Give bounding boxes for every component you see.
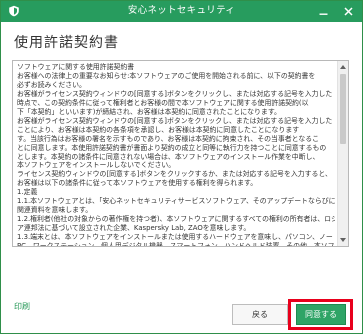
license-line: 下「本契約」といいます)が締結され、お客様は本契約に同意されたことになります。 bbox=[17, 107, 281, 116]
license-line: 時点で、この契約条件に従って権利者とお客様の間で本ソフトウェアに関する使用許諾契… bbox=[17, 98, 309, 107]
vertical-scrollbar[interactable] bbox=[337, 61, 348, 246]
license-line: お客様への法律上の重要なお知らせ:本ソフトウェアのご使用を開始される前に、以下の… bbox=[17, 71, 316, 80]
license-line: 本ソフトウェアをインストールしないでください。 bbox=[17, 161, 176, 170]
minimize-button[interactable] bbox=[313, 2, 333, 20]
scroll-up-arrow-icon[interactable] bbox=[340, 65, 346, 69]
close-icon bbox=[344, 6, 353, 16]
license-line: お客様は以下の諸条件に従って本ソフトウェアを使用する権利を得られます。 bbox=[17, 179, 258, 188]
license-line: 必ずお読みください。 bbox=[17, 80, 86, 89]
title-bar: 安心ネットセキュリティ bbox=[1, 1, 362, 22]
license-line: 関連資料を意味します。 bbox=[17, 206, 93, 215]
print-link[interactable]: 印刷 bbox=[14, 302, 30, 312]
page-title: 使用許諾契約書 bbox=[14, 35, 119, 51]
license-line: PC、ワークステーション、個人用デジタル機器、スマートフォン、ハンドヘルド装置、… bbox=[17, 242, 335, 247]
agree-button[interactable]: 同意する bbox=[296, 304, 346, 325]
close-button[interactable] bbox=[338, 2, 359, 20]
scroll-down-arrow-icon[interactable] bbox=[340, 238, 346, 242]
license-line: 1.3.端末とは、本ソフトウェアをインストールまたは使用するハードウェアを意味し… bbox=[17, 233, 335, 242]
back-button[interactable]: 戻る bbox=[232, 304, 288, 325]
license-line: お客様がライセンス契約ウィンドウの[同意する]ボタンをクリックし、または対応する… bbox=[17, 116, 333, 125]
license-line: ア連邦法に基づいて設立された企業、Kaspersky Lab, ZAOを意味しま… bbox=[17, 224, 251, 233]
minimize-icon bbox=[319, 13, 327, 15]
license-line: とに同意します。本使用許諾契約書が書面より契約の成立と同等に執行力を持つことに同… bbox=[17, 143, 327, 152]
license-text: ソフトウェアに関する使用許諾契約書 お客様への法律上の重要なお知らせ:本ソフトウェ… bbox=[17, 63, 335, 247]
installer-window: 安心ネットセキュリティ 使用許諾契約書 ソフトウェアに関する使用許諾契約書 お客様… bbox=[0, 0, 363, 334]
license-line: お客様がライセンス契約ウィンドウの[同意する]ボタンをクリックし、または対応する… bbox=[17, 89, 333, 98]
license-line: ことにより、お客様は本契約の各条項を承認し、お客様は本契約に同意したことになりま… bbox=[17, 125, 300, 134]
scroll-thumb[interactable] bbox=[340, 74, 346, 144]
license-line: 1.2.権利者(他社の対象からの著作権を持つ者)、本ソフトウェアに関するすべての… bbox=[17, 215, 335, 224]
window-title: 安心ネットセキュリティ bbox=[127, 5, 236, 16]
license-line: とします。本契約の諸条件に同意されない場合は、本ソフトウェアのインストール作業を… bbox=[17, 152, 320, 161]
license-line: 1.1.本ソフトウェアとは、「安心ネットセキュリティサービスソフトウェア、そのア… bbox=[17, 197, 335, 206]
license-text-area[interactable]: ソフトウェアに関する使用許諾契約書 お客様への法律上の重要なお知らせ:本ソフトウェ… bbox=[12, 60, 349, 247]
license-line: ライセンス契約ウィンドウの[同意する]ボタンをクリックするか、または対応する記号… bbox=[17, 170, 332, 179]
license-line: ソフトウェアに関する使用許諾契約書 bbox=[17, 63, 135, 71]
license-line: 1.定義 bbox=[17, 188, 38, 197]
license-line: す。当該行為はお客様の署名を示すものであり、お客様は本契約に拘束され、その当事者… bbox=[17, 134, 320, 143]
